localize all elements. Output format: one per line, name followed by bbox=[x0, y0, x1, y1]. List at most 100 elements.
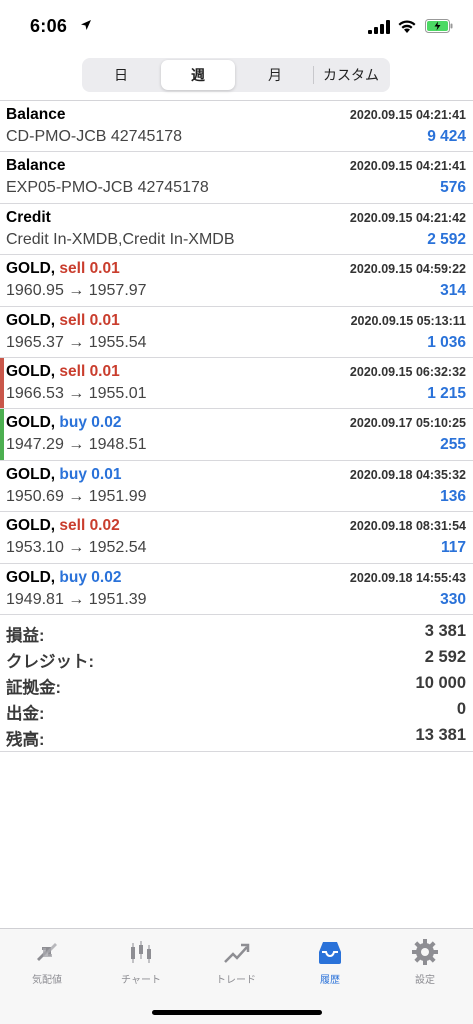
row-title: Balance bbox=[6, 157, 65, 175]
summary-label: 残高: bbox=[6, 731, 45, 749]
row-subtitle: CD-PMO-JCB 42745178 bbox=[6, 128, 183, 145]
summary-row: 残高: 13 381 bbox=[0, 724, 473, 750]
row-amount: 314 bbox=[440, 282, 466, 300]
summary-value: 10 000 bbox=[415, 674, 466, 692]
row-date: 2020.09.15 04:21:41 bbox=[349, 159, 466, 174]
row-subtitle: 1953.10 → 1952.54 bbox=[6, 539, 147, 557]
row-symbol: GOLD, bbox=[6, 465, 56, 483]
row-side: buy 0.02 bbox=[59, 414, 122, 432]
row-side: sell 0.01 bbox=[59, 260, 120, 278]
row-amount: 136 bbox=[440, 487, 466, 505]
summary-row: クレジット: 2 592 bbox=[0, 646, 473, 672]
row-amount: 117 bbox=[440, 539, 466, 557]
tab-quotes-label: 気配値 bbox=[32, 975, 62, 986]
summary-label: 出金: bbox=[6, 705, 45, 723]
history-icon bbox=[319, 942, 341, 964]
row-symbol: GOLD, bbox=[6, 311, 56, 329]
period-segmented-control: 日 週 月 カスタム bbox=[82, 58, 390, 92]
tab-history[interactable]: 履歴 bbox=[283, 935, 377, 991]
row-side: sell 0.01 bbox=[59, 363, 120, 380]
row-symbol: Balance bbox=[6, 157, 66, 175]
tab-trade[interactable]: トレード bbox=[189, 935, 283, 991]
summary-row: 損益: 3 381 bbox=[0, 620, 473, 646]
history-row[interactable]: GOLD, sell 0.01 2020.09.15 06:32:32 1966.5… bbox=[0, 358, 473, 410]
summary-row: 出金: 0 bbox=[0, 698, 473, 724]
row-amount: 9 424 bbox=[427, 128, 466, 145]
row-subtitle: Credit In-XMDB,Credit In-XMDB bbox=[6, 230, 235, 248]
home-indicator bbox=[152, 1010, 322, 1015]
row-side: buy 0.01 bbox=[59, 465, 122, 483]
row-amount: 576 bbox=[440, 179, 466, 197]
row-date: 2020.09.18 04:35:32 bbox=[349, 467, 466, 482]
row-date: 2020.09.15 04:59:22 bbox=[349, 262, 466, 277]
row-side: sell 0.01 bbox=[59, 311, 120, 329]
row-subtitle: 1949.81 → 1951.39 bbox=[6, 590, 147, 608]
row-subtitle: 1966.53 → 1955.01 bbox=[6, 385, 147, 402]
row-title: GOLD, buy 0.02 bbox=[6, 414, 121, 432]
tab-settings-label: 設定 bbox=[415, 975, 435, 986]
row-amount: 2 592 bbox=[427, 230, 466, 248]
row-symbol: GOLD, bbox=[6, 414, 56, 432]
row-symbol: Credit bbox=[6, 208, 51, 226]
segment-week[interactable]: 週 bbox=[161, 60, 235, 90]
row-title: Balance bbox=[6, 106, 65, 124]
row-date: 2020.09.15 05:13:11 bbox=[350, 313, 466, 328]
history-row[interactable]: GOLD, buy 0.01 2020.09.18 04:35:32 1950.69… bbox=[0, 461, 473, 513]
quotes-icon bbox=[37, 943, 57, 961]
history-row[interactable]: GOLD, buy 0.02 2020.09.18 14:55:43 1949.81… bbox=[0, 564, 473, 615]
row-date: 2020.09.15 04:21:42 bbox=[349, 210, 466, 225]
summary-row: 証拠金: 10 000 bbox=[0, 672, 473, 698]
row-amount: 1 215 bbox=[427, 385, 466, 402]
row-title: GOLD, sell 0.02 bbox=[6, 517, 120, 535]
summary-bottom-divider bbox=[0, 751, 473, 752]
row-date: 2020.09.17 05:10:25 bbox=[349, 416, 466, 431]
segment-custom[interactable]: カスタム bbox=[314, 60, 388, 90]
row-subtitle: EXP05-PMO-JCB 42745178 bbox=[6, 179, 209, 197]
row-amount: 255 bbox=[440, 436, 466, 454]
history-row[interactable]: GOLD, sell 0.01 2020.09.15 04:59:22 1960.9… bbox=[0, 255, 473, 307]
row-date: 2020.09.15 04:21:41 bbox=[349, 108, 466, 122]
row-subtitle: 1960.95 → 1957.97 bbox=[6, 282, 147, 300]
cellular-signal-icon bbox=[368, 20, 390, 34]
row-symbol: GOLD, bbox=[6, 568, 56, 586]
row-marker bbox=[0, 358, 4, 409]
history-row[interactable]: GOLD, buy 0.02 2020.09.17 05:10:25 1947.29… bbox=[0, 409, 473, 461]
history-row[interactable]: GOLD, sell 0.01 2020.09.15 05:13:11 1965.3… bbox=[0, 307, 473, 358]
summary-value: 13 381 bbox=[415, 726, 466, 744]
row-side: buy 0.02 bbox=[59, 568, 122, 586]
summary-value: 0 bbox=[456, 700, 466, 718]
segment-month[interactable]: 月 bbox=[238, 60, 312, 90]
row-date: 2020.09.18 14:55:43 bbox=[349, 570, 466, 585]
history-row[interactable]: Balance 2020.09.15 04:21:41 CD-PMO-JCB 427… bbox=[0, 101, 473, 153]
row-symbol: GOLD, bbox=[6, 260, 56, 278]
row-title: GOLD, sell 0.01 bbox=[6, 312, 120, 330]
settings-icon bbox=[412, 939, 438, 965]
tab-settings[interactable]: 設定 bbox=[378, 935, 472, 991]
history-row[interactable]: Balance 2020.09.15 04:21:41 EXP05-PMO-JCB … bbox=[0, 152, 473, 204]
segment-day[interactable]: 日 bbox=[84, 60, 158, 90]
tab-quotes[interactable]: 気配値 bbox=[0, 935, 94, 991]
location-arrow-icon bbox=[81, 20, 91, 30]
row-marker bbox=[0, 409, 4, 460]
status-bar: 6:06 bbox=[0, 0, 473, 50]
tab-chart-label: チャート bbox=[121, 975, 161, 986]
row-symbol: GOLD, bbox=[6, 363, 56, 380]
row-symbol: GOLD, bbox=[6, 517, 56, 535]
row-title: GOLD, buy 0.02 bbox=[6, 569, 121, 587]
status-time: 6:06 bbox=[30, 16, 68, 36]
chart-icon bbox=[131, 941, 151, 963]
tab-history-label: 履歴 bbox=[320, 975, 340, 986]
summary-value: 3 381 bbox=[424, 622, 466, 640]
row-subtitle: 1950.69 → 1951.99 bbox=[6, 487, 147, 505]
summary-label: 証拠金: bbox=[6, 679, 61, 697]
tab-trade-label: トレード bbox=[216, 975, 256, 986]
history-row[interactable]: GOLD, sell 0.02 2020.09.18 08:31:54 1953.1… bbox=[0, 512, 473, 564]
row-date: 2020.09.15 06:32:32 bbox=[349, 365, 466, 379]
history-row[interactable]: Credit 2020.09.15 04:21:42 Credit In-XMDB,… bbox=[0, 204, 473, 256]
row-amount: 330 bbox=[440, 590, 466, 608]
summary-value: 2 592 bbox=[424, 648, 466, 666]
battery-icon bbox=[425, 19, 453, 33]
row-title: GOLD, sell 0.01 bbox=[6, 363, 120, 381]
tab-chart[interactable]: チャート bbox=[94, 935, 188, 991]
row-side: sell 0.02 bbox=[59, 517, 120, 535]
